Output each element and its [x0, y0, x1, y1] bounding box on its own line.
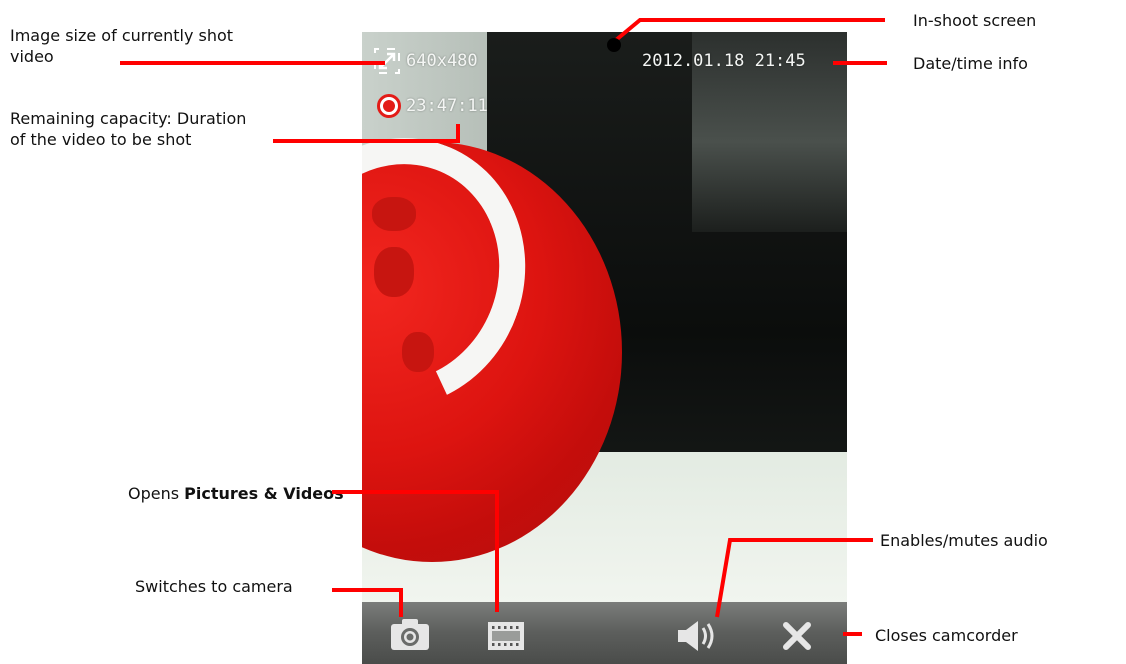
label-opens-bold: Pictures & Videos	[184, 484, 344, 503]
viewfinder-ball-spot	[402, 332, 434, 372]
bottom-toolbar	[362, 602, 847, 664]
pictures-videos-button[interactable]	[474, 602, 534, 664]
label-date-time-info: Date/time info	[913, 54, 1028, 73]
film-strip-icon	[488, 622, 524, 650]
close-camcorder-button[interactable]	[767, 602, 827, 664]
label-switch-camera: Switches to camera	[135, 577, 293, 596]
label-image-size-line1: Image size of currently shot	[10, 26, 234, 45]
label-in-shoot-screen: In-shoot screen	[913, 11, 1037, 30]
label-remaining-capacity: Remaining capacity: Duration of the vide…	[10, 108, 246, 150]
audio-toggle-button[interactable]	[668, 602, 728, 664]
label-opens-pictures: Opens Pictures & Videos	[128, 483, 344, 504]
label-audio: Enables/mutes audio	[880, 531, 1048, 550]
speaker-icon	[678, 621, 714, 651]
viewfinder-ball-spot	[372, 197, 416, 231]
label-image-size: Image size of currently shot video	[10, 25, 233, 67]
camcorder-screen: 640x480 23:47:11 2012.01.18 21:45	[362, 32, 847, 664]
close-icon	[783, 622, 811, 650]
switch-to-camera-button[interactable]	[380, 602, 440, 664]
label-remaining-line1: Remaining capacity: Duration	[10, 109, 247, 128]
viewfinder-ball-spot	[374, 247, 414, 297]
date-time: 2012.01.18 21:45	[642, 51, 806, 71]
camera-icon	[391, 619, 429, 650]
expand-icon	[374, 48, 400, 74]
record-icon	[377, 94, 401, 118]
remaining-capacity: 23:47:11	[406, 96, 488, 116]
viewfinder: 640x480 23:47:11 2012.01.18 21:45	[362, 32, 847, 602]
label-remaining-line2: of the video to be shot	[10, 130, 192, 149]
label-opens-prefix: Opens	[128, 484, 185, 503]
label-image-size-line2: video	[10, 47, 54, 66]
label-close-camcorder: Closes camcorder	[875, 626, 1018, 645]
resolution-indicator: 640x480	[406, 51, 478, 71]
